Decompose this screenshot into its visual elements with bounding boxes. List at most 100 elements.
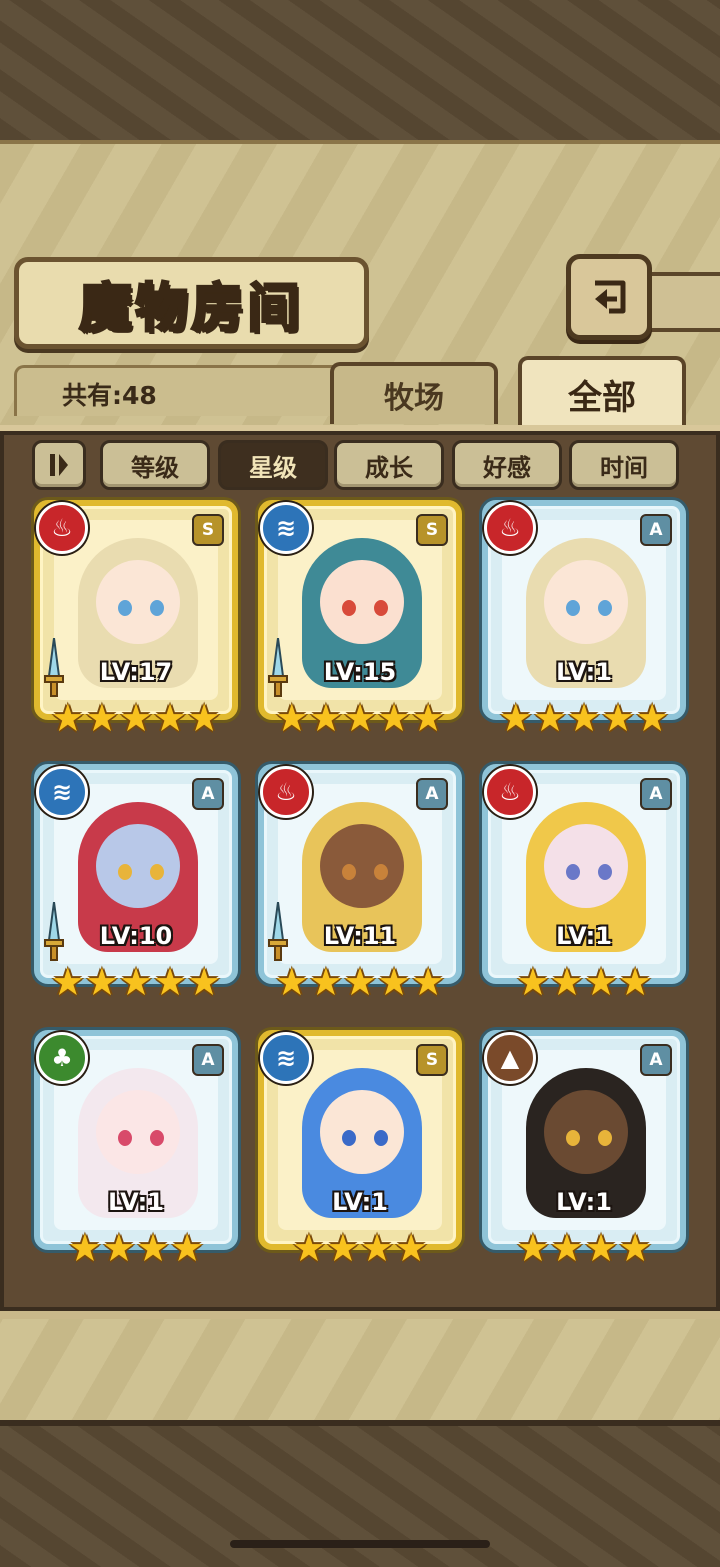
monster-level: LV:15: [323, 658, 397, 686]
star-icon: ★: [67, 1226, 102, 1270]
star-icon: ★: [360, 1226, 395, 1270]
rank-badge: A: [640, 514, 672, 546]
tab-ranch[interactable]: 牧场: [330, 362, 498, 424]
star-rating: ★ ★ ★ ★ ★: [34, 696, 238, 740]
monster-level: LV:1: [556, 922, 612, 950]
monster-level: LV:1: [108, 1188, 164, 1216]
filter-growth[interactable]: 成长: [334, 440, 444, 490]
star-icon: ★: [601, 696, 636, 740]
star-rating: ★ ★ ★ ★ ★: [258, 960, 462, 1004]
monster-card[interactable]: A ≋ LV:10 ★ ★ ★ ★ ★: [34, 764, 238, 1004]
portrait-face: [320, 824, 404, 908]
rank-badge: S: [416, 1044, 448, 1076]
star-icon: ★: [308, 960, 343, 1004]
rank-badge: A: [640, 778, 672, 810]
back-button-strip: [642, 272, 720, 332]
portrait-eye: [118, 864, 132, 880]
grass-element-icon: ♣: [36, 1032, 88, 1084]
portrait-eye: [598, 600, 612, 616]
portrait-eye: [118, 1130, 132, 1146]
portrait-face: [320, 560, 404, 644]
sort-toggle-icon: [50, 454, 68, 476]
star-icon: ★: [635, 696, 670, 740]
portrait-eye: [374, 600, 388, 616]
portrait-face: [96, 824, 180, 908]
star-icon: ★: [394, 1226, 429, 1270]
star-icon: ★: [308, 696, 343, 740]
portrait-face: [96, 560, 180, 644]
rank-badge: A: [192, 778, 224, 810]
star-icon: ★: [618, 1226, 653, 1270]
portrait-face: [96, 1090, 180, 1174]
star-icon: ★: [515, 1226, 550, 1270]
rank-badge: S: [192, 514, 224, 546]
star-icon: ★: [101, 1226, 136, 1270]
portrait-eye: [150, 600, 164, 616]
portrait-eye: [118, 600, 132, 616]
sort-filter-row: 等级 星级 成长 好感 时间: [32, 440, 692, 490]
portrait-face: [544, 1090, 628, 1174]
filter-level[interactable]: 等级: [100, 440, 210, 490]
star-icon: ★: [411, 696, 446, 740]
star-icon: ★: [274, 960, 309, 1004]
star-icon: ★: [84, 696, 119, 740]
portrait-eye: [342, 864, 356, 880]
tab-all[interactable]: 全部: [518, 356, 686, 428]
portrait-eye: [566, 864, 580, 880]
star-icon: ★: [153, 696, 188, 740]
water-element-icon: ≋: [36, 766, 88, 818]
star-icon: ★: [498, 696, 533, 740]
star-icon: ★: [618, 960, 653, 1004]
monster-card[interactable]: A ♨ LV:1 ★ ★ ★ ★: [482, 764, 686, 1004]
star-rating: ★ ★ ★ ★: [482, 1226, 686, 1270]
fire-element-icon: ♨: [484, 502, 536, 554]
monster-card[interactable]: A ♣ LV:1 ★ ★ ★ ★: [34, 1030, 238, 1270]
water-element-icon: ≋: [260, 1032, 312, 1084]
rank-badge: A: [192, 1044, 224, 1076]
filter-stars[interactable]: 星级: [218, 440, 328, 490]
monster-level: LV:1: [556, 658, 612, 686]
star-icon: ★: [584, 1226, 619, 1270]
monster-card[interactable]: S ≋ LV:15 ★ ★ ★ ★ ★: [258, 500, 462, 740]
star-icon: ★: [118, 696, 154, 740]
monster-count: 共有:48: [62, 381, 157, 410]
monster-card[interactable]: S ♨ LV:17 ★ ★ ★ ★ ★: [34, 500, 238, 740]
portrait-eye: [566, 1130, 580, 1146]
monster-card[interactable]: A ▲ LV:1 ★ ★ ★ ★: [482, 1030, 686, 1270]
back-arrow-icon: [595, 280, 626, 314]
star-rating: ★ ★ ★ ★ ★: [482, 696, 686, 740]
star-icon: ★: [515, 960, 550, 1004]
star-icon: ★: [291, 1226, 326, 1270]
home-indicator[interactable]: [230, 1540, 490, 1548]
monster-level: LV:1: [556, 1188, 612, 1216]
monster-level: LV:10: [99, 922, 173, 950]
star-icon: ★: [187, 696, 222, 740]
fire-element-icon: ♨: [36, 502, 88, 554]
fire-element-icon: ♨: [484, 766, 536, 818]
fire-element-icon: ♨: [260, 766, 312, 818]
portrait-eye: [374, 1130, 388, 1146]
portrait-face: [544, 560, 628, 644]
top-background: [0, 0, 720, 146]
monster-level: LV:17: [99, 658, 173, 686]
monster-card[interactable]: S ≋ LV:1 ★ ★ ★ ★: [258, 1030, 462, 1270]
sort-order-button[interactable]: [32, 440, 86, 490]
filter-affection[interactable]: 好感: [452, 440, 562, 490]
monster-level: LV:1: [332, 1188, 388, 1216]
monster-card[interactable]: A ♨ LV:1 ★ ★ ★ ★ ★: [482, 500, 686, 740]
star-rating: ★ ★ ★ ★ ★: [34, 960, 238, 1004]
star-icon: ★: [532, 696, 567, 740]
star-icon: ★: [274, 696, 309, 740]
filter-time[interactable]: 时间: [569, 440, 679, 490]
portrait-eye: [342, 600, 356, 616]
star-icon: ★: [377, 696, 412, 740]
monster-card[interactable]: A ♨ LV:11 ★ ★ ★ ★ ★: [258, 764, 462, 1004]
star-icon: ★: [118, 960, 154, 1004]
portrait-eye: [342, 1130, 356, 1146]
star-rating: ★ ★ ★ ★: [482, 960, 686, 1004]
back-button[interactable]: [566, 254, 652, 340]
earth-element-icon: ▲: [484, 1032, 536, 1084]
page-title: 魔物房间: [78, 276, 304, 340]
star-icon: ★: [377, 960, 412, 1004]
portrait-eye: [150, 1130, 164, 1146]
